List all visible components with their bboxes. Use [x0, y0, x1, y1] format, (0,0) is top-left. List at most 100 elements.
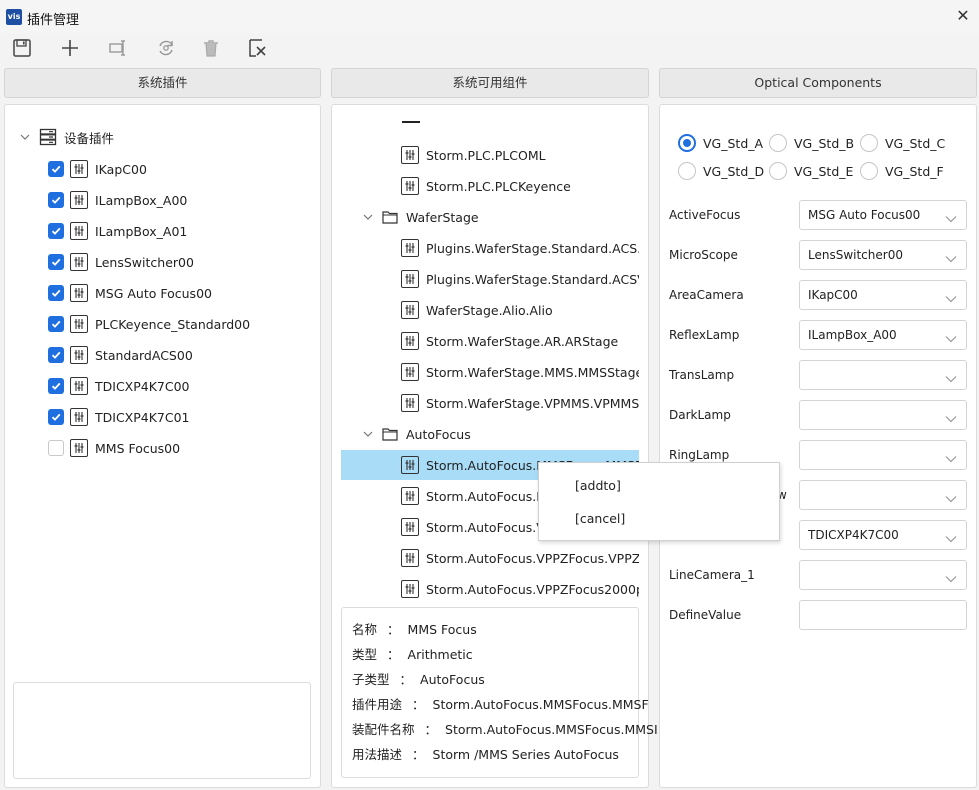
- plugin-tree-item[interactable]: LensSwitcher00: [48, 248, 194, 276]
- radio-button[interactable]: [860, 162, 878, 180]
- system-plugins-header[interactable]: 系统插件: [4, 68, 321, 98]
- radio-button[interactable]: [769, 134, 787, 152]
- component-tree-item[interactable]: WaferStage.Alio.Alio: [401, 296, 639, 324]
- radio-button[interactable]: [678, 134, 696, 152]
- optical-field-combo[interactable]: [799, 400, 967, 430]
- refresh-icon[interactable]: [155, 37, 177, 59]
- plugin-tree-item[interactable]: PLCKeyence_Standard00: [48, 310, 250, 338]
- radio-button[interactable]: [769, 162, 787, 180]
- plugin-checkbox[interactable]: [48, 316, 64, 332]
- chevron-down-icon[interactable]: [945, 371, 957, 383]
- info-row: 用法描述 ： Storm /MMS Series AutoFocus: [352, 744, 619, 763]
- context-menu: [addto] [cancel]: [538, 462, 780, 541]
- radio-button[interactable]: [678, 162, 696, 180]
- component-tree-item[interactable]: Storm.WaferStage.VPMMS.VPMMSSt: [401, 389, 639, 417]
- clear-icon[interactable]: [247, 37, 269, 59]
- component-label: Storm.PLC.PLCOML: [426, 147, 546, 163]
- component-tree-item[interactable]: Storm.WaferStage.MMS.MMSStage: [401, 358, 639, 386]
- component-tree-item[interactable]: Plugins.WaferStage.Standard.ACS.Sta: [401, 234, 639, 262]
- plugin-checkbox[interactable]: [48, 409, 64, 425]
- chevron-down-icon[interactable]: [19, 131, 31, 143]
- save-icon[interactable]: [11, 37, 33, 59]
- plugin-tree-item[interactable]: IKapC00: [48, 155, 147, 183]
- radio-button[interactable]: [860, 134, 878, 152]
- component-tree-item[interactable]: Storm.AutoFocus.VPPZFocus2000p.V: [401, 575, 639, 603]
- component-tree-item[interactable]: Storm.AutoFocus.VPPZFocus.VPPZFo: [401, 544, 639, 572]
- chevron-down-icon[interactable]: [945, 291, 957, 303]
- optical-field-combo[interactable]: [799, 480, 967, 510]
- vg-std-radio[interactable]: VG_Std_B: [769, 134, 854, 152]
- optical-components-header[interactable]: Optical Components: [659, 68, 977, 98]
- optical-field-combo[interactable]: ILampBox_A00: [799, 320, 967, 350]
- optical-field-label: ReflexLamp: [669, 328, 740, 342]
- plugin-checkbox[interactable]: [48, 161, 64, 177]
- context-menu-cancel[interactable]: [cancel]: [575, 511, 625, 526]
- vg-std-radio[interactable]: VG_Std_E: [769, 162, 853, 180]
- plugin-checkbox[interactable]: [48, 378, 64, 394]
- close-button[interactable]: ✕: [953, 6, 973, 26]
- chevron-down-icon[interactable]: [362, 211, 374, 223]
- plugin-icon: [70, 377, 88, 395]
- optical-field-combo[interactable]: [799, 560, 967, 590]
- plugin-tree-item[interactable]: StandardACS00: [48, 341, 193, 369]
- optical-field-combo[interactable]: [799, 360, 967, 390]
- plugin-tree-item[interactable]: TDICXP4K7C01: [48, 403, 190, 431]
- chevron-down-icon[interactable]: [945, 331, 957, 343]
- component-tree-item[interactable]: Storm.PLC.PLCKeyence: [401, 172, 639, 200]
- plugin-icon: [70, 408, 88, 426]
- define-value-input[interactable]: [799, 600, 967, 630]
- optical-field-combo[interactable]: [799, 440, 967, 470]
- component-tree-item[interactable]: Storm.WaferStage.AR.ARStage: [401, 327, 639, 355]
- plugin-icon: [401, 146, 419, 164]
- info-value: Storm.AutoFocus.MMSFocus.MMSI: [445, 722, 658, 737]
- context-menu-addto[interactable]: [addto]: [575, 478, 621, 493]
- component-folder[interactable]: AutoFocus: [362, 420, 638, 448]
- chevron-down-icon[interactable]: [945, 451, 957, 463]
- vg-std-radio[interactable]: VG_Std_F: [860, 162, 944, 180]
- plugin-checkbox[interactable]: [48, 254, 64, 270]
- server-icon: [39, 128, 57, 146]
- toolbar: [0, 33, 979, 63]
- vg-std-radio[interactable]: VG_Std_C: [860, 134, 945, 152]
- plugin-tree-item[interactable]: MSG Auto Focus00: [48, 279, 212, 307]
- component-label: Storm.PLC.PLCKeyence: [426, 178, 571, 194]
- plugin-checkbox[interactable]: [48, 223, 64, 239]
- optical-field-combo[interactable]: LensSwitcher00: [799, 240, 967, 270]
- component-tree-item[interactable]: Plugins.WaferStage.Standard.ACSV3.: [401, 265, 639, 293]
- chevron-down-icon[interactable]: [362, 428, 374, 440]
- plugin-tree-item[interactable]: ILampBox_A00: [48, 186, 187, 214]
- plugin-checkbox[interactable]: [48, 192, 64, 208]
- plugin-tree-item[interactable]: ILampBox_A01: [48, 217, 187, 245]
- edit-icon[interactable]: [107, 37, 129, 59]
- chevron-down-icon[interactable]: [945, 211, 957, 223]
- chevron-down-icon[interactable]: [945, 251, 957, 263]
- component-label: WaferStage: [406, 209, 479, 225]
- optical-field-combo[interactable]: TDICXP4K7C00: [799, 520, 967, 550]
- plugin-checkbox[interactable]: [48, 285, 64, 301]
- component-tree-item[interactable]: Storm.PLC.PLCOML: [401, 141, 639, 169]
- optical-field-combo[interactable]: MSG Auto Focus00: [799, 200, 967, 230]
- plugin-checkbox[interactable]: [48, 440, 64, 456]
- vg-std-radio[interactable]: VG_Std_A: [678, 134, 763, 152]
- optical-field-combo[interactable]: IKapC00: [799, 280, 967, 310]
- plugin-label: ILampBox_A01: [95, 223, 188, 239]
- plugin-icon: [70, 284, 88, 302]
- component-folder[interactable]: WaferStage: [362, 203, 638, 231]
- plugin-checkbox[interactable]: [48, 347, 64, 363]
- plugin-icon: [70, 439, 88, 457]
- plugin-icon: [70, 160, 88, 178]
- chevron-down-icon[interactable]: [945, 411, 957, 423]
- chevron-down-icon[interactable]: [945, 531, 957, 543]
- chevron-down-icon[interactable]: [945, 491, 957, 503]
- plugin-tree-item[interactable]: MMS Focus00: [48, 434, 180, 462]
- plugin-icon: [401, 363, 419, 381]
- delete-icon[interactable]: [200, 37, 222, 59]
- plugin-icon: [401, 177, 419, 195]
- available-components-header[interactable]: 系统可用组件: [331, 68, 649, 98]
- vg-std-radio[interactable]: VG_Std_D: [678, 162, 764, 180]
- add-icon[interactable]: [59, 37, 81, 59]
- plugin-tree-item[interactable]: TDICXP4K7C00: [48, 372, 190, 400]
- chevron-down-icon[interactable]: [945, 571, 957, 583]
- info-row: 类型 ： Arithmetic: [352, 644, 473, 663]
- tree-root-device-plugins[interactable]: 设备插件: [19, 123, 114, 151]
